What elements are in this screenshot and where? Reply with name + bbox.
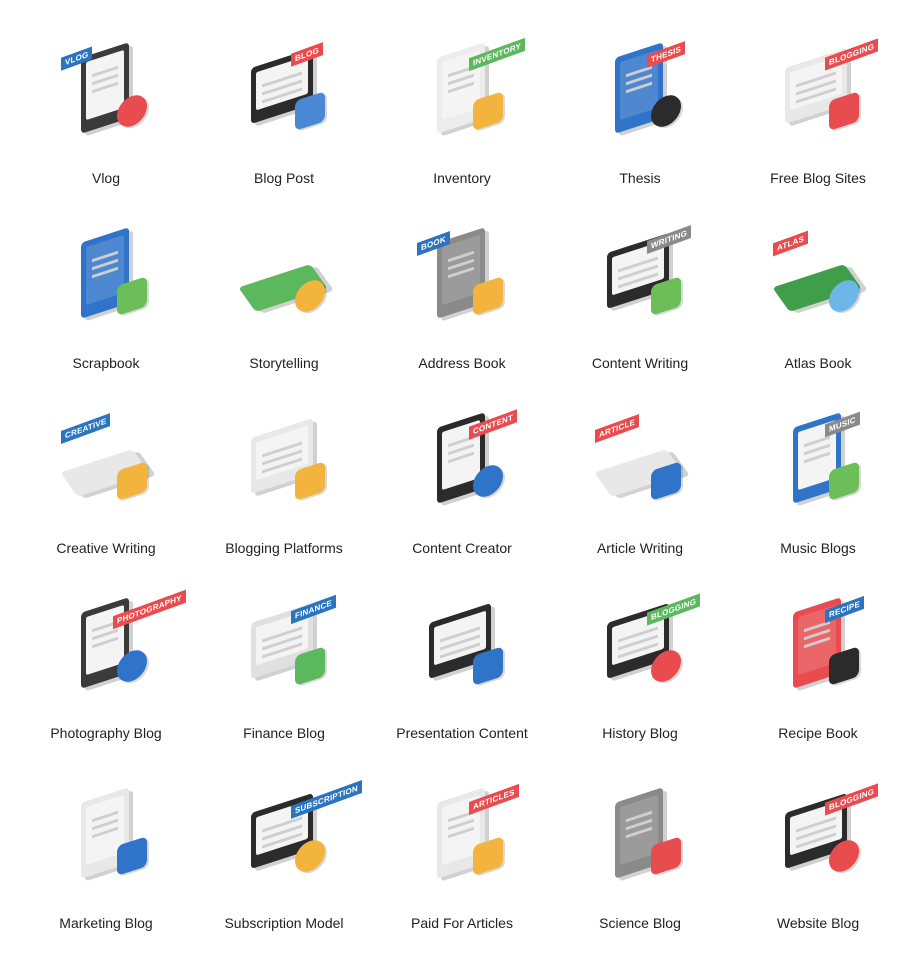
- icon-label: Free Blog Sites: [770, 170, 866, 186]
- icon-tile-content-creator: CONTENT Content Creator: [373, 400, 551, 585]
- content-creator-icon: CONTENT: [417, 408, 518, 518]
- storytelling-icon: [238, 223, 339, 333]
- icon-label: Science Blog: [599, 915, 681, 931]
- website-blog-icon: BLOGGING: [773, 783, 879, 893]
- icon-label: Atlas Book: [784, 355, 852, 371]
- icon-tile-creative-writing: CREATIVE Creative Writing: [17, 400, 195, 585]
- tag-badge: BLOGGING: [647, 593, 701, 626]
- tag-badge: INVENTORY: [469, 37, 526, 72]
- icon-label: Scrapbook: [72, 355, 140, 371]
- history-blog-icon: BLOGGING: [595, 593, 701, 703]
- icon-label: Website Blog: [776, 915, 860, 931]
- icon-tile-science-blog: Science Blog: [551, 775, 729, 960]
- icon-label: Finance Blog: [243, 725, 325, 741]
- icon-label: Article Writing: [596, 540, 684, 556]
- finance-blog-icon: FINANCE: [239, 593, 339, 703]
- icon-label: Marketing Blog: [59, 915, 153, 931]
- blogging-platforms-icon: [239, 408, 339, 518]
- icon-label: Blogging Platforms: [225, 540, 343, 556]
- tag-badge: ARTICLES: [469, 783, 519, 816]
- icon-tile-free-blog-sites: BLOGGING Free Blog Sites: [729, 30, 907, 215]
- icon-label: Inventory: [433, 170, 491, 186]
- icon-tile-atlas-book: ATLAS Atlas Book: [729, 215, 907, 400]
- tag-badge: ARTICLE: [595, 413, 640, 444]
- icon-tile-thesis: THESIS Thesis: [551, 30, 729, 215]
- icon-label: Content Writing: [591, 355, 689, 371]
- icon-tile-scrapbook: Scrapbook: [17, 215, 195, 400]
- music-blogs-icon: MUSIC: [773, 408, 873, 518]
- photography-blog-icon: PHOTOGRAPHY: [61, 589, 186, 703]
- icon-label: Paid For Articles: [411, 915, 513, 931]
- address-book-icon: BOOK: [417, 223, 517, 333]
- article-writing-icon: ARTICLE: [594, 408, 695, 518]
- content-writing-icon: WRITING: [595, 223, 695, 333]
- science-blog-icon: [595, 783, 695, 893]
- presentation-content-icon: [417, 593, 517, 703]
- tag-badge: FINANCE: [291, 594, 336, 625]
- icon-tile-history-blog: BLOGGING History Blog: [551, 585, 729, 775]
- icon-tile-article-writing: ARTICLE Article Writing: [551, 400, 729, 585]
- blog-post-icon: BLOG: [239, 38, 339, 148]
- icon-tile-blogging-platforms: Blogging Platforms: [195, 400, 373, 585]
- tag-badge: CREATIVE: [61, 412, 111, 445]
- icon-label: History Blog: [602, 725, 678, 741]
- icon-tile-presentation-content: Presentation Content: [373, 585, 551, 775]
- icon-tile-vlog: VLOG Vlog: [17, 30, 195, 215]
- icon-label: Storytelling: [249, 355, 319, 371]
- icon-tile-inventory: INVENTORY Inventory: [373, 30, 551, 215]
- paid-for-articles-icon: ARTICLES: [417, 783, 519, 893]
- thesis-icon: THESIS: [595, 38, 695, 148]
- inventory-icon: INVENTORY: [417, 37, 526, 148]
- creative-writing-icon: CREATIVE: [60, 408, 161, 518]
- atlas-book-icon: ATLAS: [772, 223, 873, 333]
- subscription-model-icon: SUBSCRIPTION: [239, 780, 362, 893]
- icon-label: Presentation Content: [396, 725, 528, 741]
- icon-tile-content-writing: WRITING Content Writing: [551, 215, 729, 400]
- icon-label: Subscription Model: [224, 915, 344, 931]
- icon-tile-subscription-model: SUBSCRIPTION Subscription Model: [195, 775, 373, 960]
- icon-label: Photography Blog: [50, 725, 162, 741]
- icon-tile-finance-blog: FINANCE Finance Blog: [195, 585, 373, 775]
- tag-badge: BLOGGING: [825, 783, 879, 816]
- icon-label: Address Book: [418, 355, 506, 371]
- free-blog-sites-icon: BLOGGING: [773, 38, 879, 148]
- icon-label: Thesis: [619, 170, 661, 186]
- icon-label: Vlog: [91, 170, 121, 186]
- recipe-book-icon: RECIPE: [773, 593, 873, 703]
- marketing-blog-icon: [61, 783, 161, 893]
- scrapbook-icon: [61, 223, 161, 333]
- icon-tile-marketing-blog: Marketing Blog: [17, 775, 195, 960]
- icon-label: Creative Writing: [56, 540, 156, 556]
- tag-badge: BLOGGING: [825, 38, 879, 71]
- icon-tile-blog-post: BLOG Blog Post: [195, 30, 373, 215]
- vlog-icon: VLOG: [61, 38, 161, 148]
- icon-tile-website-blog: BLOGGING Website Blog: [729, 775, 907, 960]
- icon-tile-address-book: BOOK Address Book: [373, 215, 551, 400]
- tag-badge: WRITING: [647, 224, 692, 255]
- tag-badge: ATLAS: [773, 230, 809, 257]
- icon-label: Blog Post: [254, 170, 314, 186]
- icon-label: Recipe Book: [778, 725, 858, 741]
- icon-tile-paid-for-articles: ARTICLES Paid For Articles: [373, 775, 551, 960]
- icon-grid: VLOG Vlog BLOG Blog Post INVENTORY Inventory T…: [17, 30, 907, 960]
- icon-label: Music Blogs: [780, 540, 856, 556]
- icon-tile-storytelling: Storytelling: [195, 215, 373, 400]
- icon-tile-recipe-book: RECIPE Recipe Book: [729, 585, 907, 775]
- icon-tile-photography-blog: PHOTOGRAPHY Photography Blog: [17, 585, 195, 775]
- icon-label: Content Creator: [412, 540, 512, 556]
- icon-tile-music-blogs: MUSIC Music Blogs: [729, 400, 907, 585]
